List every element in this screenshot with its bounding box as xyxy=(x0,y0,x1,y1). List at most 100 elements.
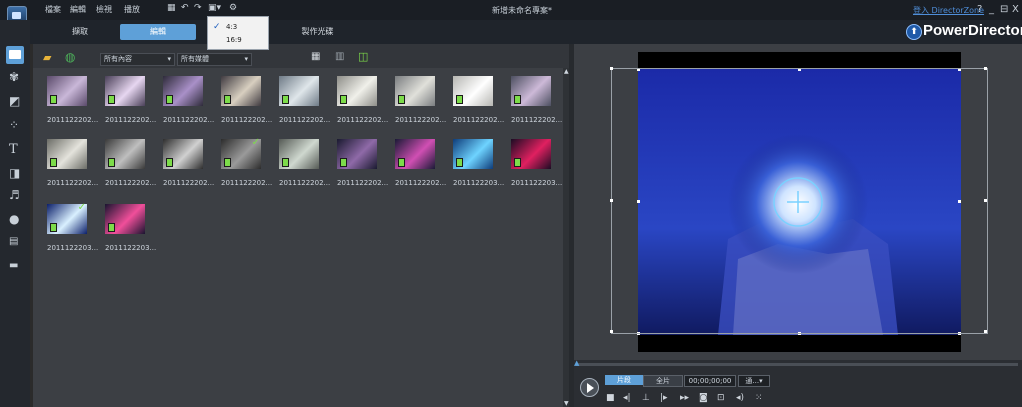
preview-quality-dropdown[interactable]: 通...▾ xyxy=(738,375,770,387)
login-link[interactable]: 登入 DirectorZone xyxy=(913,5,984,16)
snapshot-icon[interactable]: ◙ xyxy=(699,393,708,403)
video-clip-badge-icon xyxy=(456,95,463,104)
outer-handle-left[interactable] xyxy=(610,199,613,202)
clip-filename: 2011122202... xyxy=(221,179,273,187)
video-clip-badge-icon xyxy=(282,95,289,104)
clip-filename: 2011122202... xyxy=(337,179,389,187)
scroll-down-icon[interactable]: ▼ xyxy=(564,400,569,407)
preview-window-icon[interactable]: ⊡ xyxy=(717,393,725,403)
video-clip-badge-icon xyxy=(224,158,231,167)
fast-forward-icon[interactable]: ▸▸ xyxy=(680,393,689,403)
grid-icon[interactable]: ▦ xyxy=(167,3,176,13)
clip-thumbnail[interactable] xyxy=(279,139,319,169)
library-menu-icon[interactable]: ◫ xyxy=(358,50,368,63)
minimize-button[interactable]: _ xyxy=(989,4,994,15)
media-room-button[interactable] xyxy=(6,46,24,64)
tab-produce-disc[interactable]: 製作光碟 xyxy=(290,24,345,40)
clip-thumbnail[interactable] xyxy=(337,76,377,106)
effect-room-icon[interactable]: ✾ xyxy=(9,70,21,84)
clip-thumbnail[interactable]: ✓ xyxy=(47,202,87,234)
help-button[interactable]: ? xyxy=(977,4,982,15)
clip-thumbnail[interactable] xyxy=(395,76,435,106)
stop-icon[interactable]: ■ xyxy=(606,393,615,403)
more-options-icon[interactable]: ⁙ xyxy=(755,393,763,403)
audio-mixing-icon[interactable]: ♬ xyxy=(9,188,21,202)
particle-room-icon[interactable]: ⁘ xyxy=(9,118,21,132)
clip-thumbnail[interactable] xyxy=(47,76,87,106)
clip-filename: 2011122203... xyxy=(511,179,563,187)
clip-thumbnail[interactable] xyxy=(221,76,261,106)
volume-icon[interactable]: ◂) xyxy=(736,393,744,403)
restore-button[interactable]: ⊟ xyxy=(1000,4,1008,15)
pip-room-icon[interactable]: ◩ xyxy=(9,94,21,108)
delete-icon[interactable]: ▥ xyxy=(335,51,344,62)
clip-thumbnail[interactable]: ✓ xyxy=(221,137,261,169)
voiceover-icon[interactable]: ● xyxy=(9,212,21,226)
clip-thumbnail[interactable] xyxy=(47,139,87,169)
seek-bar[interactable] xyxy=(576,363,1018,366)
outer-handle-tr[interactable] xyxy=(984,67,987,70)
tab-edit[interactable]: 編輯 xyxy=(120,24,196,40)
undo-icon[interactable]: ↶ xyxy=(181,3,189,13)
previous-frame-icon[interactable]: ◂| xyxy=(623,393,631,403)
clip-thumbnail[interactable] xyxy=(105,76,145,106)
clip-filename: 2011122202... xyxy=(105,179,157,187)
menu-playback[interactable]: 播放 xyxy=(124,4,140,15)
clip-thumbnail[interactable] xyxy=(163,139,203,169)
video-clip-badge-icon xyxy=(108,95,115,104)
menu-edit[interactable]: 編輯 xyxy=(70,4,86,15)
title-room-icon[interactable]: T xyxy=(9,142,21,157)
subtitle-room-icon[interactable]: ▬ xyxy=(9,260,21,272)
close-button[interactable]: X xyxy=(1012,4,1019,15)
content-filter-dropdown[interactable]: 所有內容 ▾ xyxy=(100,53,175,66)
chapter-room-icon[interactable]: ▤ xyxy=(9,236,21,248)
video-clip-badge-icon xyxy=(514,95,521,104)
transition-room-icon[interactable]: ◨ xyxy=(9,166,21,180)
settings-icon[interactable]: ⚙ xyxy=(229,3,237,13)
clip-filename: 2011122202... xyxy=(279,116,331,124)
clip-thumbnail[interactable] xyxy=(337,139,377,169)
scroll-up-icon[interactable]: ▲ xyxy=(564,68,569,75)
clip-filename: 2011122202... xyxy=(105,116,157,124)
aspect-option-16-9[interactable]: 16:9 xyxy=(226,36,242,44)
split-icon[interactable]: ⊥ xyxy=(642,393,650,403)
clip-thumbnail[interactable] xyxy=(453,76,493,106)
video-clip-badge-icon xyxy=(166,95,173,104)
view-thumbnails-icon[interactable]: ▦ xyxy=(311,51,320,62)
outer-handle-bl[interactable] xyxy=(610,330,613,333)
import-folder-icon[interactable]: ▰ xyxy=(43,51,51,64)
clip-filename: 2011122202... xyxy=(511,116,563,124)
directorzone-download-icon[interactable]: ◍ xyxy=(65,50,75,64)
media-filter-dropdown[interactable]: 所有媒體 ▾ xyxy=(177,53,252,66)
clip-filename: 2011122202... xyxy=(221,116,273,124)
aspect-ratio-icon[interactable]: ▣▾ xyxy=(208,3,221,13)
clip-thumbnail[interactable] xyxy=(395,139,435,169)
redo-icon[interactable]: ↷ xyxy=(194,3,202,13)
outer-handle-tl[interactable] xyxy=(610,67,613,70)
timecode-display[interactable]: 00;00;00;00 xyxy=(684,375,736,387)
video-clip-badge-icon xyxy=(282,158,289,167)
video-clip-badge-icon xyxy=(514,158,521,167)
clip-thumbnail[interactable] xyxy=(453,139,493,169)
play-button[interactable] xyxy=(580,378,599,397)
next-frame-icon[interactable]: |▸ xyxy=(660,393,668,403)
clip-thumbnail[interactable] xyxy=(163,76,203,106)
tab-capture[interactable]: 擷取 xyxy=(60,24,100,40)
menu-file[interactable]: 檔案 xyxy=(45,4,61,15)
clip-thumbnail[interactable] xyxy=(279,76,319,106)
clip-thumbnail[interactable] xyxy=(105,139,145,169)
movie-mode-toggle[interactable]: 全片 xyxy=(643,375,683,387)
clip-filename: 2011122202... xyxy=(395,116,447,124)
clip-filename: 2011122202... xyxy=(279,179,331,187)
powerdirector-logo-icon: ⬆ xyxy=(906,24,922,40)
aspect-option-4-3[interactable]: 4:3 xyxy=(226,23,237,31)
clip-thumbnail[interactable] xyxy=(511,76,551,106)
clip-thumbnail[interactable] xyxy=(105,204,145,234)
content-filter-value: 所有內容 xyxy=(104,55,132,63)
clip-thumbnail[interactable] xyxy=(511,139,551,169)
outer-handle-br[interactable] xyxy=(984,330,987,333)
outer-handle-right[interactable] xyxy=(984,199,987,202)
clip-mode-toggle[interactable]: 片段 xyxy=(605,375,643,385)
menu-view[interactable]: 檢視 xyxy=(96,4,112,15)
seek-slider-handle[interactable]: ▲ xyxy=(574,359,579,367)
